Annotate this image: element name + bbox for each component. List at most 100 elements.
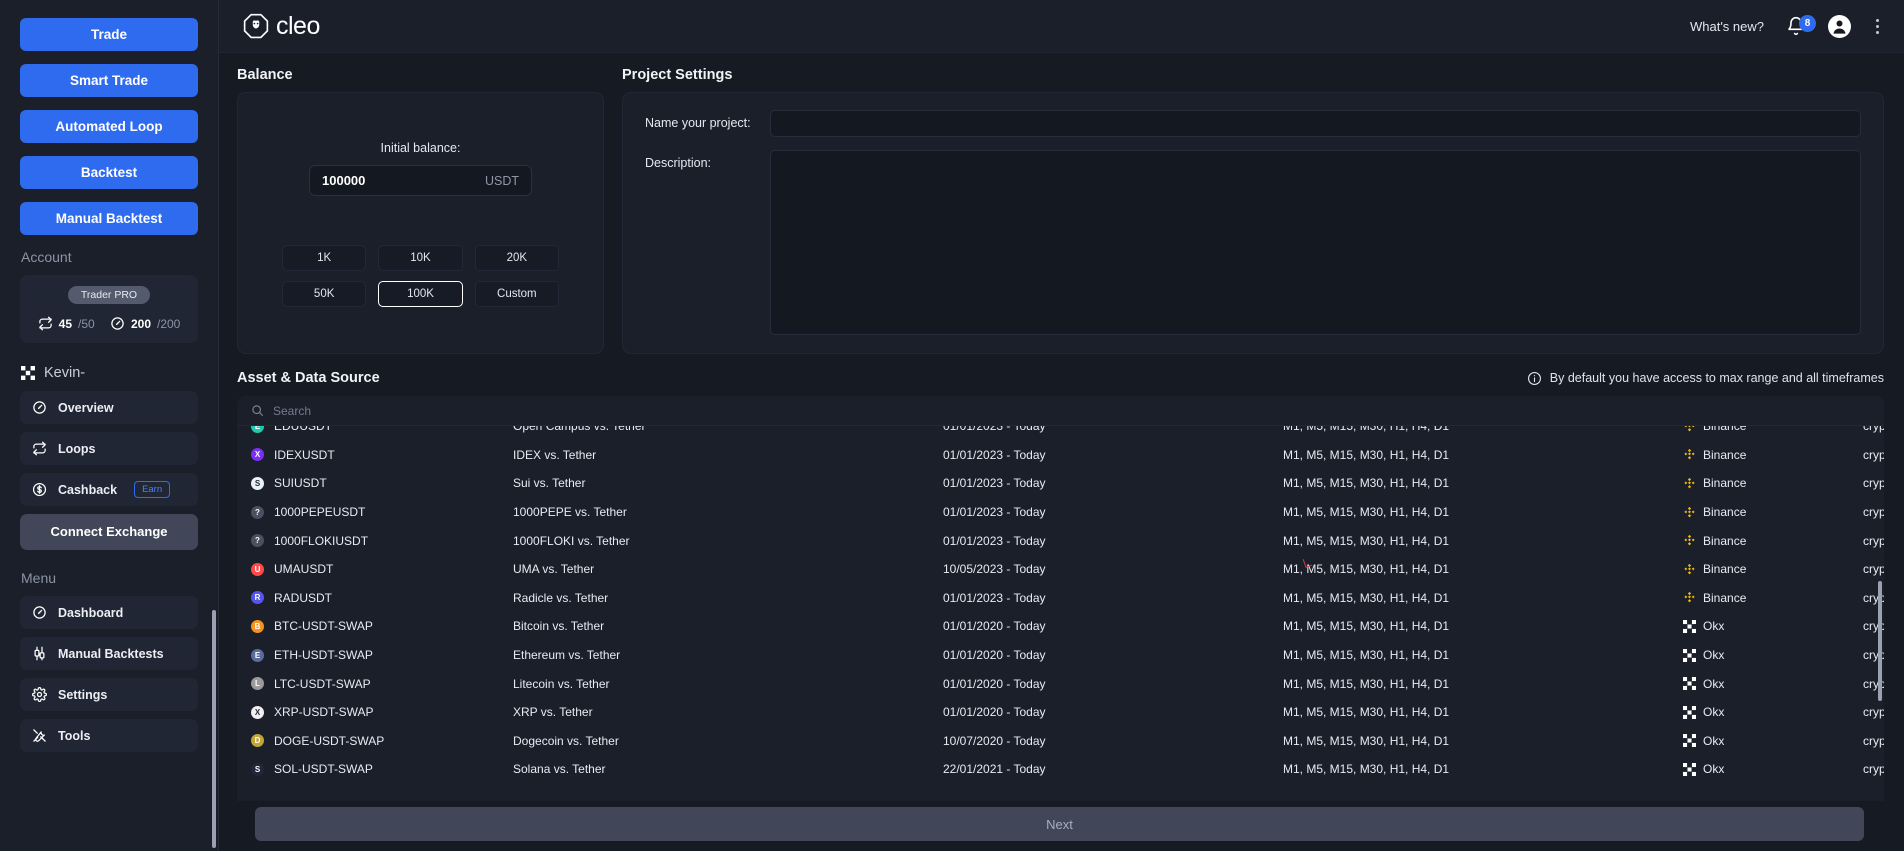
user-row[interactable]: Kevin- (21, 365, 198, 381)
asset-date-range: 01/01/2023 - Today (943, 447, 1046, 462)
project-name-input[interactable] (770, 110, 1861, 137)
sidebar-item-label: Overview (58, 400, 114, 415)
notifications-button[interactable]: 8 (1786, 15, 1816, 36)
binance-icon (1683, 477, 1696, 490)
table-row[interactable]: R RADUSDT Radicle vs. Tether 01/01/2023 - T… (237, 584, 1884, 613)
coin-icon: S (251, 762, 264, 776)
sidebar-button-smart-trade[interactable]: Smart Trade (20, 64, 198, 97)
asset-name: Open Campus vs. Tether (513, 426, 646, 434)
whats-new-link[interactable]: What's new? (1690, 19, 1764, 34)
app-root: Trade Smart Trade Automated Loop Backtes… (0, 0, 1904, 851)
asset-symbol-cell: S SOL-USDT-SWAP (251, 762, 513, 776)
coin-icon: X (251, 448, 264, 462)
asset-search-input[interactable] (273, 403, 1870, 418)
asset-symbol: SOL-USDT-SWAP (274, 762, 373, 777)
table-row[interactable]: D DOGE-USDT-SWAP Dogecoin vs. Tether 10/07/… (237, 727, 1884, 756)
asset-symbol: BTC-USDT-SWAP (274, 619, 373, 634)
menu-heading: Menu (21, 570, 57, 586)
sidebar-button-manual-backtest[interactable]: Manual Backtest (20, 202, 198, 235)
asset-timeframes: M1, M5, M15, M30, H1, H4, D1 (1283, 533, 1450, 548)
coin-icon: X (251, 705, 264, 719)
info-icon (1527, 371, 1542, 386)
table-row[interactable]: ? 1000FLOKIUSDT 1000FLOKI vs. Tether 01/01/… (237, 526, 1884, 555)
gauge-icon (110, 316, 125, 331)
asset-date-range: 10/05/2023 - Today (943, 562, 1046, 577)
sidebar-item-loops[interactable]: Loops (20, 432, 198, 465)
sidebar-item-overview[interactable]: Overview (20, 391, 198, 424)
quota-loops-total: /50 (78, 316, 95, 331)
asset-name: Sui vs. Tether (513, 476, 586, 491)
candles-icon (32, 646, 47, 661)
sidebar-item-tools[interactable]: Tools (20, 719, 198, 752)
account-card: Trader PRO 45/50 200/200 (20, 275, 198, 343)
asset-date-range: 01/01/2023 - Today (943, 426, 1046, 434)
brand-logo[interactable]: cleo (243, 12, 320, 41)
dollar-circle-icon (32, 482, 47, 497)
asset-exchange-cell: Binance (1683, 505, 1863, 519)
preset-20k[interactable]: 20K (474, 245, 559, 271)
initial-balance-input[interactable] (322, 173, 485, 188)
preset-1k[interactable]: 1K (282, 245, 367, 271)
table-row[interactable]: X IDEXUSDT IDEX vs. Tether 01/01/2023 - Tod… (237, 441, 1884, 470)
asset-date-range: 22/01/2021 - Today (943, 762, 1046, 777)
asset-name: Dogecoin vs. Tether (513, 733, 619, 748)
asset-timeframes: M1, M5, M15, M30, H1, H4, D1 (1283, 476, 1450, 491)
asset-type: crypto (1863, 447, 1884, 462)
initial-balance-field[interactable]: USDT (309, 165, 532, 196)
asset-name: 1000FLOKI vs. Tether (513, 533, 630, 548)
avatar[interactable] (1828, 14, 1851, 38)
sidebar-button-automated-loop[interactable]: Automated Loop (20, 110, 198, 143)
earn-pill[interactable]: Earn (134, 481, 171, 498)
coin-icon: R (251, 591, 264, 605)
connect-exchange-button[interactable]: Connect Exchange (20, 514, 198, 550)
tools-icon (32, 728, 47, 743)
table-row[interactable]: E EDUUSDT Open Campus vs. Tether 01/01/2023… (237, 426, 1884, 441)
sidebar-button-trade[interactable]: Trade (20, 18, 198, 51)
table-row[interactable]: S SUIUSDT Sui vs. Tether 01/01/2023 - Today… (237, 469, 1884, 498)
preset-50k[interactable]: 50K (282, 281, 367, 307)
project-description-input[interactable] (770, 150, 1861, 335)
table-row[interactable]: E ETH-USDT-SWAP Ethereum vs. Tether 01/01/2… (237, 641, 1884, 670)
next-button[interactable]: Next (255, 807, 1864, 841)
asset-exchange-cell: Okx (1683, 734, 1863, 748)
okx-icon (1683, 705, 1696, 719)
asset-exchange: Binance (1703, 590, 1747, 605)
asset-name: Bitcoin vs. Tether (513, 619, 605, 634)
table-row[interactable]: S SOL-USDT-SWAP Solana vs. Tether 22/01/202… (237, 755, 1884, 784)
asset-type: crypto (1863, 705, 1884, 720)
sidebar-item-settings[interactable]: Settings (20, 678, 198, 711)
table-row[interactable]: L LTC-USDT-SWAP Litecoin vs. Tether 01/01/2… (237, 669, 1884, 698)
sidebar-item-cashback[interactable]: Cashback Earn (20, 473, 198, 506)
table-row[interactable]: X XRP-USDT-SWAP XRP vs. Tether 01/01/2020 -… (237, 698, 1884, 727)
asset-type: crypto (1863, 562, 1884, 577)
asset-type: crypto (1863, 505, 1884, 520)
binance-icon (1683, 448, 1696, 461)
preset-custom[interactable]: Custom (474, 281, 559, 307)
sidebar-item-manual-backtests[interactable]: Manual Backtests (20, 637, 198, 670)
binance-icon (1683, 506, 1696, 519)
table-row[interactable]: ? 1000PEPEUSDT 1000PEPE vs. Tether 01/01/20… (237, 498, 1884, 527)
table-row[interactable]: U UMAUSDT UMA vs. Tether 10/05/2023 - Today… (237, 555, 1884, 584)
asset-name: 1000PEPE vs. Tether (513, 505, 627, 520)
asset-table-scrollbar[interactable] (1878, 581, 1882, 701)
sidebar-button-backtest[interactable]: Backtest (20, 156, 198, 189)
more-options-button[interactable] (1873, 16, 1882, 37)
asset-exchange: Binance (1703, 426, 1747, 434)
asset-search-bar[interactable] (237, 396, 1884, 426)
asset-timeframes: M1, M5, M15, M30, H1, H4, D1 (1283, 619, 1450, 634)
table-row[interactable]: B BTC-USDT-SWAP Bitcoin vs. Tether 01/01/20… (237, 612, 1884, 641)
sidebar-item-label: Manual Backtests (58, 646, 164, 661)
sidebar-scrollbar[interactable] (212, 610, 216, 848)
preset-10k[interactable]: 10K (378, 245, 463, 271)
preset-100k[interactable]: 100K (378, 281, 463, 307)
sidebar-item-dashboard[interactable]: Dashboard (20, 596, 198, 629)
asset-date-range: 01/01/2023 - Today (943, 533, 1046, 548)
top-bar: cleo What's new? 8 (219, 0, 1904, 53)
asset-exchange: Okx (1703, 733, 1725, 748)
asset-access-note-text: By default you have access to max range … (1549, 371, 1884, 385)
asset-type: crypto (1863, 762, 1884, 777)
gauge-icon (32, 400, 47, 415)
coin-icon: U (251, 562, 264, 576)
asset-date-range: 01/01/2020 - Today (943, 648, 1046, 663)
asset-exchange: Okx (1703, 762, 1725, 777)
